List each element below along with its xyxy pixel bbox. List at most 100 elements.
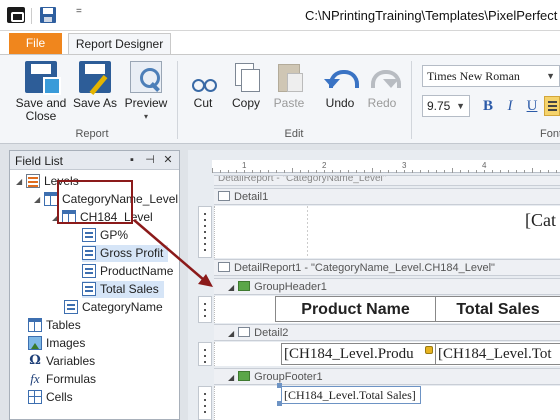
report-designer-surface[interactable]: 1 2 3 4 DetailReport - "CategoryName_Lev… bbox=[188, 150, 560, 420]
close-icon[interactable]: ✕ bbox=[161, 153, 175, 167]
preview-button[interactable]: Preview ▾ bbox=[123, 61, 169, 123]
header-cell-product-name[interactable]: Product Name bbox=[275, 296, 435, 322]
tree-item-productname[interactable]: ProductName bbox=[82, 263, 173, 280]
tree-item-formulas[interactable]: fx Formulas bbox=[28, 371, 96, 388]
ruler-tick bbox=[452, 168, 453, 173]
annotation-highlight-box bbox=[57, 180, 133, 224]
ruler-tick bbox=[420, 170, 421, 173]
data-cell-product[interactable]: [CH184_Level.Produ bbox=[281, 343, 435, 365]
field-icon bbox=[82, 228, 96, 242]
redo-icon bbox=[366, 61, 401, 93]
tab-report-designer[interactable]: Report Designer bbox=[68, 33, 171, 56]
band-header-detail-report1[interactable]: DetailReport1 - "CategoryName_Level.CH18… bbox=[214, 259, 560, 276]
band-header-detail1[interactable]: Detail1 bbox=[214, 188, 560, 205]
save-and-close-button[interactable]: Save and Close bbox=[14, 61, 68, 123]
ruler-tick bbox=[484, 170, 485, 173]
header-cell-total-sales[interactable]: Total Sales bbox=[435, 296, 560, 322]
font-name-select[interactable]: Times New Roman ▼ bbox=[422, 65, 560, 87]
band-left-strip bbox=[198, 206, 212, 258]
field-list-header: Field List ▪ ⊣ ✕ bbox=[10, 151, 179, 170]
window-position-icon[interactable]: ▪ bbox=[125, 153, 139, 167]
undo-button[interactable]: Undo bbox=[322, 61, 359, 110]
align-left-button[interactable] bbox=[544, 96, 560, 116]
ruler-number: 3 bbox=[402, 161, 407, 170]
ruler-tick bbox=[348, 170, 349, 173]
quick-access-separator bbox=[31, 8, 32, 24]
collapse-icon[interactable]: ◢ bbox=[228, 370, 234, 384]
strip-dot bbox=[204, 213, 206, 215]
italic-button[interactable]: I bbox=[500, 96, 520, 116]
tree-item-gross-profit[interactable]: Gross Profit bbox=[82, 245, 169, 262]
tree-item-images[interactable]: Images bbox=[28, 335, 85, 352]
quick-access-dropdown-icon[interactable]: = bbox=[76, 6, 82, 17]
undo-icon bbox=[324, 61, 359, 93]
ruler-number: 1 bbox=[242, 161, 247, 170]
strip-dot bbox=[204, 243, 206, 245]
band-header-detail-report[interactable]: DetailReport - "CategoryName_Level" bbox=[214, 175, 560, 186]
strip-dot bbox=[204, 405, 206, 407]
tree-item-variables[interactable]: Ω Variables bbox=[28, 353, 95, 370]
ruler-tick bbox=[300, 170, 301, 173]
tree-item-label: ProductName bbox=[100, 264, 174, 278]
collapse-icon[interactable]: ◢ bbox=[228, 280, 234, 294]
ribbon-tab-strip: File Report Designer bbox=[0, 31, 560, 56]
window-title: C:\NPrintingTraining\Templates\PixelPerf… bbox=[305, 8, 560, 23]
tree-item-categoryname[interactable]: CategoryName bbox=[64, 299, 163, 316]
ruler-number: 2 bbox=[322, 161, 327, 170]
ruler-tick bbox=[244, 170, 245, 173]
tree-item-cells[interactable]: Cells bbox=[28, 389, 73, 406]
smart-tag-icon[interactable] bbox=[425, 346, 433, 354]
footer-cell-total-sales[interactable]: [CH184_Level.Total Sales] bbox=[281, 386, 421, 404]
band-left-strip bbox=[198, 342, 212, 366]
collapse-icon[interactable]: ◢ bbox=[228, 326, 234, 340]
underline-button[interactable]: U bbox=[522, 96, 542, 116]
band-body-detail1[interactable]: [Cat bbox=[214, 206, 560, 258]
band-title: GroupFooter1 bbox=[254, 371, 323, 383]
resize-handle[interactable] bbox=[277, 383, 282, 388]
ruler-tick bbox=[356, 170, 357, 173]
ruler-tick bbox=[236, 170, 237, 173]
band-header-group-footer1[interactable]: ◢ GroupFooter1 bbox=[214, 368, 560, 385]
scissors-icon bbox=[187, 61, 219, 93]
tree-item-total-sales[interactable]: Total Sales bbox=[82, 281, 164, 298]
band-header-detail2[interactable]: ◢ Detail2 bbox=[214, 324, 560, 341]
resize-handle[interactable] bbox=[277, 401, 282, 406]
band-body-group-header1[interactable]: Product Name Total Sales bbox=[214, 296, 560, 323]
copy-button[interactable]: Copy bbox=[228, 61, 264, 110]
data-cell-total[interactable]: [CH184_Level.Tot bbox=[435, 343, 560, 365]
title-bar: = C:\NPrintingTraining\Templates\PixelPe… bbox=[0, 0, 560, 31]
bold-button[interactable]: B bbox=[478, 96, 498, 116]
tab-file[interactable]: File bbox=[9, 33, 62, 55]
group-separator bbox=[177, 61, 178, 139]
category-field-cell[interactable]: [Cat bbox=[525, 210, 556, 231]
font-size-select[interactable]: 9.75 ▼ bbox=[422, 95, 470, 117]
save-as-button[interactable]: Save As bbox=[72, 61, 118, 110]
strip-dot bbox=[204, 219, 206, 221]
band-body-group-footer1[interactable]: [CH184_Level.Total Sales] bbox=[214, 383, 560, 420]
band-body-detail2[interactable]: [CH184_Level.Produ [CH184_Level.Tot bbox=[214, 342, 560, 366]
strip-dot bbox=[204, 355, 206, 357]
pin-icon[interactable]: ⊣ bbox=[143, 153, 157, 167]
ruler-tick bbox=[292, 168, 293, 173]
paste-button[interactable]: Paste bbox=[270, 61, 308, 110]
strip-dot bbox=[204, 249, 206, 251]
tree-item-tables[interactable]: Tables bbox=[28, 317, 81, 334]
tree-item-label: GP% bbox=[100, 228, 129, 242]
group-header-icon bbox=[238, 281, 251, 291]
quick-save-icon[interactable] bbox=[40, 7, 56, 23]
strip-dot bbox=[204, 231, 206, 233]
grid-line bbox=[307, 206, 308, 258]
preview-icon bbox=[130, 61, 162, 93]
tree-item-gp-percent[interactable]: GP% bbox=[82, 227, 128, 244]
collapse-icon[interactable]: ◢ bbox=[34, 191, 44, 208]
cells-icon bbox=[28, 390, 42, 404]
redo-button[interactable]: Redo bbox=[364, 61, 401, 110]
collapse-icon[interactable]: ◢ bbox=[16, 173, 26, 190]
band-header-group-header1[interactable]: ◢ GroupHeader1 bbox=[214, 278, 560, 295]
cut-button[interactable]: Cut bbox=[185, 61, 221, 110]
horizontal-ruler: 1 2 3 4 bbox=[212, 160, 560, 173]
font-size-value: 9.75 bbox=[427, 99, 451, 113]
field-icon bbox=[64, 300, 78, 314]
group-label-report: Report bbox=[75, 128, 109, 140]
app-icon[interactable] bbox=[7, 7, 25, 23]
